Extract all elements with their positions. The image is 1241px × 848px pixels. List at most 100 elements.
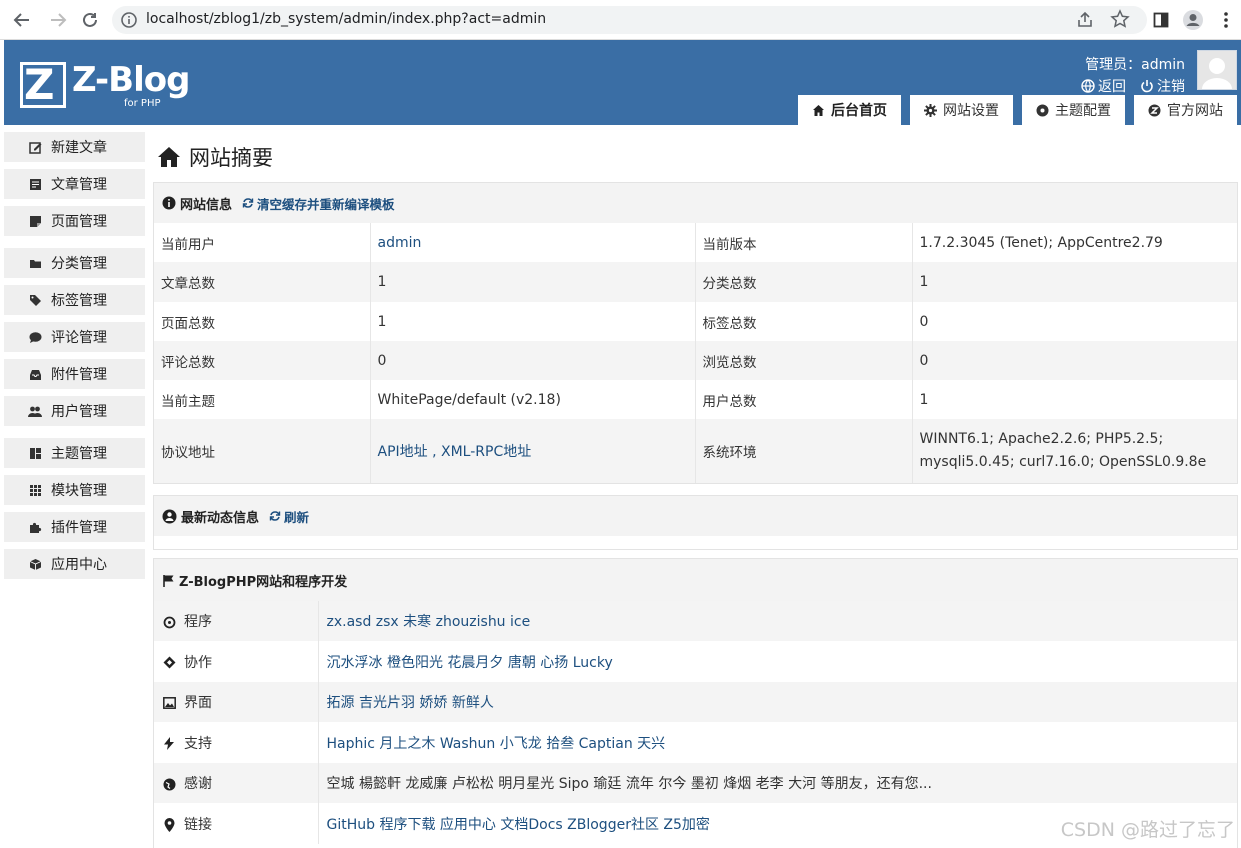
cell-value: 1 xyxy=(919,274,929,290)
sidepanel-icon[interactable] xyxy=(1149,8,1173,32)
env-line-2[interactable]: mysqli5.0.45; curl7.16.0; OpenSSL0.9.8e xyxy=(920,451,1231,474)
sidebar-item-themes[interactable]: 主题管理 xyxy=(4,438,145,468)
zblog-logo[interactable]: Z Z-Blog for PHP xyxy=(20,60,200,112)
site-info-panel: 网站信息 清空缓存并重新编译模板 当前用户 admin 当前版本 1.7.2.3… xyxy=(153,182,1238,484)
star-icon[interactable] xyxy=(1110,9,1130,29)
table-row: 程序 zx.asd zsx 未寒 zhouzishu ice xyxy=(154,601,1237,641)
credit-label-text: 协作 xyxy=(184,654,212,671)
credit-label-text: 程序 xyxy=(184,614,212,630)
table-row: 感谢 空城 楊懿軒 龙威廉 卢松松 明月星光 Sipo 瑜廷 流年 尔今 墨初 … xyxy=(154,763,1237,803)
sidebar: 新建文章 文章管理 页面管理 分类管理 标签管理 评论管理 附件管理 用户管理 … xyxy=(4,125,146,848)
back-arrow-icon[interactable] xyxy=(10,8,34,32)
tab-theme-config-label: 主题配置 xyxy=(1055,103,1111,119)
address-bar[interactable]: localhost/zblog1/zb_system/admin/index.p… xyxy=(112,6,1147,34)
sidebar-item-categories[interactable]: 分类管理 xyxy=(4,248,145,278)
sidebar-item-articles[interactable]: 文章管理 xyxy=(4,169,145,199)
refresh-icon xyxy=(269,511,281,521)
avatar[interactable] xyxy=(1197,50,1237,90)
refresh-icon xyxy=(242,198,254,208)
diamonds-icon xyxy=(162,656,176,670)
sidebar-item-label: 插件管理 xyxy=(51,520,107,536)
forward-arrow-icon[interactable] xyxy=(46,8,70,32)
protocol-links[interactable]: API地址 , XML-RPC地址 xyxy=(378,444,532,460)
credit-label: 感谢 xyxy=(154,763,319,803)
sidebar-item-pages[interactable]: 页面管理 xyxy=(4,206,145,236)
puzzle-icon xyxy=(28,520,42,534)
page-title-text: 网站摘要 xyxy=(189,146,273,170)
table-row: 界面 拓源 吉光片羽 娇娇 新鲜人 xyxy=(154,682,1237,722)
info-icon[interactable] xyxy=(120,11,138,29)
tab-site-settings-label: 网站设置 xyxy=(943,103,999,119)
sidebar-item-label: 模块管理 xyxy=(51,483,107,499)
sidebar-item-label: 标签管理 xyxy=(51,293,107,309)
tab-dashboard-label: 后台首页 xyxy=(831,103,887,119)
sidebar-item-label: 主题管理 xyxy=(51,446,107,462)
thanks-names[interactable]: 空城 楊懿軒 龙威廉 卢松松 明月星光 Sipo 瑜廷 流年 尔今 墨初 烽烟 … xyxy=(327,776,817,792)
news-panel: 最新动态信息 刷新 xyxy=(153,495,1238,550)
clear-cache-link[interactable]: 清空缓存并重新编译模板 xyxy=(242,194,395,213)
table-row: 当前用户 admin 当前版本 1.7.2.3045 (Tenet); AppC… xyxy=(154,223,1237,262)
info-icon xyxy=(162,196,176,210)
image-icon xyxy=(162,696,176,710)
sidebar-item-label: 附件管理 xyxy=(51,367,107,383)
sidebar-item-attachments[interactable]: 附件管理 xyxy=(4,359,145,389)
sidebar-item-label: 用户管理 xyxy=(51,404,107,420)
url-text[interactable]: localhost/zblog1/zb_system/admin/index.p… xyxy=(146,11,546,27)
cell-label: 评论总数 xyxy=(154,341,371,380)
power-icon xyxy=(1141,80,1153,93)
pin-icon xyxy=(162,817,176,832)
back-link[interactable]: 返回 xyxy=(1081,76,1126,96)
sidebar-item-plugins[interactable]: 插件管理 xyxy=(4,512,145,542)
menu-dots-icon[interactable] xyxy=(1214,8,1238,32)
credit-value[interactable]: 沉水浮冰 橙色阳光 花晨月夕 唐朝 心扬 Lucky xyxy=(318,641,1237,682)
credit-value[interactable]: Haphic 月上之木 Washun 小飞龙 拾叁 Captian 天兴 xyxy=(318,722,1237,763)
cell-label: 分类总数 xyxy=(695,262,913,302)
tab-official-site[interactable]: 官方网站 xyxy=(1134,95,1237,125)
sidebar-item-users[interactable]: 用户管理 xyxy=(4,396,145,426)
tab-theme-config[interactable]: 主题配置 xyxy=(1022,95,1125,125)
credit-label-text: 感谢 xyxy=(184,776,212,792)
cell-label: 标签总数 xyxy=(695,302,913,341)
credit-label-text: 链接 xyxy=(184,816,212,833)
sidebar-item-modules[interactable]: 模块管理 xyxy=(4,475,145,505)
cell-label: 协议地址 xyxy=(154,419,371,483)
gear-icon xyxy=(924,103,937,117)
sidebar-item-label: 新建文章 xyxy=(51,140,107,156)
layout-icon xyxy=(28,446,42,460)
sidebar-item-new-article[interactable]: 新建文章 xyxy=(4,132,145,162)
cell-label: 当前版本 xyxy=(695,223,913,262)
cell-label: 用户总数 xyxy=(695,380,913,419)
profile-icon[interactable] xyxy=(1181,8,1205,32)
env-line-1[interactable]: WINNT6.1; Apache2.2.6; PHP5.2.5; xyxy=(920,428,1231,451)
refresh-news-link[interactable]: 刷新 xyxy=(269,507,309,526)
globe-icon xyxy=(162,777,176,791)
watermark-text: CSDN @路过了忘了 xyxy=(1060,819,1235,841)
sidebar-item-comments[interactable]: 评论管理 xyxy=(4,322,145,352)
theme-icon xyxy=(1036,104,1049,116)
edit-icon xyxy=(28,140,42,154)
logout-link[interactable]: 注销 xyxy=(1140,76,1185,96)
credit-label: 界面 xyxy=(154,682,319,722)
dev-credits-panel: Z-BlogPHP网站和程序开发 程序 zx.asd zsx 未寒 zhouzi… xyxy=(153,558,1238,848)
current-user-link[interactable]: admin xyxy=(378,235,422,251)
table-row: 当前主题 WhitePage/default (v2.18) 用户总数 1 xyxy=(154,380,1237,419)
credit-value[interactable]: zx.asd zsx 未寒 zhouzishu ice xyxy=(318,601,1237,641)
cell-label: 浏览总数 xyxy=(695,341,913,380)
sidebar-item-label: 评论管理 xyxy=(51,330,107,346)
reload-icon[interactable] xyxy=(78,8,102,32)
tab-site-settings[interactable]: 网站设置 xyxy=(910,95,1013,125)
sidebar-item-app-center[interactable]: 应用中心 xyxy=(4,549,145,579)
cell-value: 1 xyxy=(919,391,929,408)
flag-icon xyxy=(163,574,174,587)
article-icon xyxy=(28,177,42,191)
tab-official-site-label: 官方网站 xyxy=(1167,103,1223,119)
news-title: 最新动态信息 xyxy=(181,510,260,526)
credit-value[interactable]: 拓源 吉光片羽 娇娇 新鲜人 xyxy=(318,682,1237,722)
cell-value: WhitePage/default (v2.18) xyxy=(370,380,696,419)
dev-credits-table: 程序 zx.asd zsx 未寒 zhouzishu ice 协作 沉水浮冰 橙… xyxy=(154,601,1237,844)
sidebar-item-tags[interactable]: 标签管理 xyxy=(4,285,145,315)
share-icon[interactable] xyxy=(1075,10,1095,30)
zblog-icon xyxy=(1148,104,1161,116)
tab-dashboard[interactable]: 后台首页 xyxy=(798,95,901,125)
cell-value: 1 xyxy=(370,262,696,302)
